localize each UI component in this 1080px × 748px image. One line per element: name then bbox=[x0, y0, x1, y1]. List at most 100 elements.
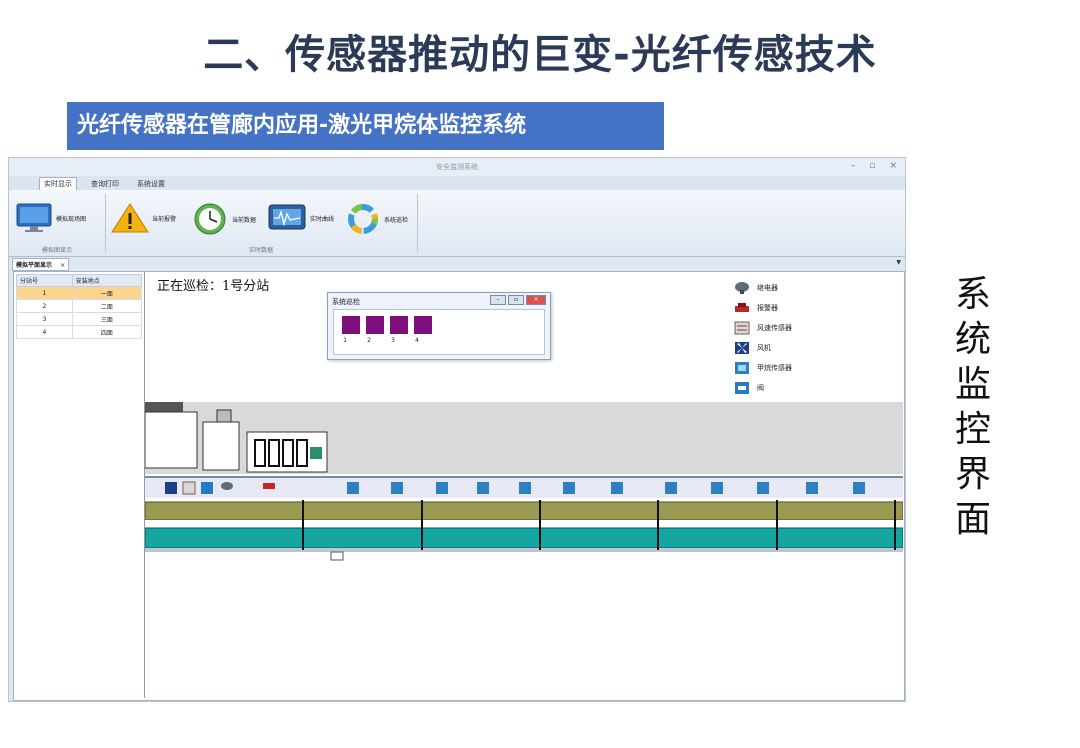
table-row[interactable]: 1 一面 bbox=[16, 286, 143, 300]
warning-icon bbox=[111, 203, 149, 233]
realtime-curve-button[interactable]: 实时曲线 bbox=[267, 202, 334, 234]
equipment-box bbox=[216, 409, 232, 423]
panel-slot bbox=[296, 439, 308, 467]
methane-sensor-icon bbox=[477, 482, 489, 494]
panel-slot bbox=[282, 439, 294, 467]
methane-sensor-icon bbox=[391, 482, 403, 494]
window-title: 安全监测系统 bbox=[436, 163, 478, 171]
station-label: 3 bbox=[391, 337, 395, 344]
tab-query-print[interactable]: 查询打印 bbox=[87, 178, 123, 190]
fan-icon bbox=[165, 482, 177, 494]
dialog-minimize-button[interactable]: – bbox=[490, 295, 506, 305]
document-tab-bar: 模拟平面显示 × ▼ bbox=[9, 257, 905, 271]
dialog-close-button[interactable]: × bbox=[526, 295, 546, 305]
tab-realtime[interactable]: 实时显示 bbox=[39, 177, 77, 190]
close-button[interactable]: × bbox=[889, 161, 897, 171]
legend-item: 继电器 bbox=[734, 278, 792, 298]
wind-speed-sensor-icon bbox=[182, 481, 196, 495]
current-alarm-button[interactable]: 当前报警 bbox=[111, 202, 176, 234]
methane-sensor-icon bbox=[436, 482, 448, 494]
sim-field-button[interactable]: 模拟现场图 bbox=[15, 202, 86, 234]
methane-sensor-icon bbox=[757, 482, 769, 494]
equipment-block bbox=[145, 402, 183, 412]
clock-icon bbox=[194, 203, 226, 235]
methane-sensor-icon bbox=[853, 482, 865, 494]
tab-dropdown-icon[interactable]: ▼ bbox=[896, 259, 901, 266]
station-indicators: 1 2 3 4 bbox=[333, 309, 545, 355]
tunnel-scene bbox=[145, 402, 903, 561]
methane-sensor-icon bbox=[347, 482, 359, 494]
station-panel: 分站号 安装地点 1 一面 2 二面 3 三面 4 四面 bbox=[14, 272, 145, 698]
methane-sensor-icon bbox=[665, 482, 677, 494]
alarm-icon bbox=[735, 303, 749, 312]
table-row[interactable]: 3 三面 bbox=[16, 312, 143, 326]
station-label: 1 bbox=[343, 337, 347, 344]
methane-sensor-icon bbox=[563, 482, 575, 494]
system-patrol-label: 系统巡检 bbox=[384, 216, 409, 224]
maximize-button[interactable]: ▫ bbox=[869, 161, 875, 171]
legend-item: 风机 bbox=[734, 338, 792, 358]
station-indicator-3[interactable] bbox=[390, 316, 408, 334]
cell-station: 1 bbox=[16, 286, 73, 300]
system-patrol-button[interactable]: 系统巡检 bbox=[345, 202, 408, 236]
minimize-button[interactable]: – bbox=[851, 161, 856, 171]
relay-icon bbox=[221, 482, 233, 490]
station-table: 分站号 安装地点 1 一面 2 二面 3 三面 4 四面 bbox=[16, 274, 143, 339]
window-titlebar: 安全监测系统 – ▫ × bbox=[9, 158, 905, 176]
station-indicator-4[interactable] bbox=[414, 316, 432, 334]
curve-screen-icon bbox=[268, 204, 306, 230]
legend-label: 风速传感器 bbox=[757, 324, 792, 332]
slide-title: 二、传感器推动的巨变-光纤传感技术 bbox=[203, 32, 877, 78]
tab-system-settings[interactable]: 系统设置 bbox=[133, 178, 169, 190]
col-location: 安装地点 bbox=[71, 274, 143, 287]
legend-label: 风机 bbox=[757, 344, 771, 352]
monitor-app-window: 安全监测系统 – ▫ × 实时显示 查询打印 系统设置 模拟现场图 当前报警 当… bbox=[8, 157, 906, 702]
dialog-maximize-button[interactable]: ▫ bbox=[508, 295, 524, 305]
monitor-icon bbox=[16, 203, 52, 232]
tab-close-icon[interactable]: × bbox=[60, 262, 65, 269]
cell-station: 3 bbox=[16, 312, 73, 326]
methane-sensor-icon bbox=[711, 482, 723, 494]
fan-icon bbox=[735, 342, 749, 354]
cycle-icon bbox=[348, 204, 378, 234]
station-indicator-2[interactable] bbox=[366, 316, 384, 334]
sim-field-label: 模拟现场图 bbox=[56, 215, 87, 223]
side-label: 系统监控界面 bbox=[954, 274, 991, 540]
patrol-dialog: 系统巡检 – ▫ × 1 2 3 4 bbox=[327, 292, 551, 360]
station-label: 2 bbox=[367, 337, 371, 344]
cell-station: 4 bbox=[16, 325, 73, 339]
panel-slot bbox=[268, 439, 280, 467]
group-label-sim: 模拟图显示 bbox=[41, 247, 72, 254]
patrol-status: 正在巡检：1号分站 bbox=[157, 279, 270, 294]
station-label: 4 bbox=[415, 337, 419, 344]
current-data-label: 当前数据 bbox=[232, 216, 257, 224]
methane-sensor-icon bbox=[519, 482, 531, 494]
col-station-no: 分站号 bbox=[16, 274, 73, 287]
group-label-realtime: 实时数据 bbox=[248, 247, 273, 254]
legend-item: 报警器 bbox=[734, 298, 792, 318]
equipment-cabinet bbox=[145, 411, 198, 469]
panel-slot bbox=[254, 439, 266, 467]
methane-sensor-icon bbox=[806, 482, 818, 494]
tab-sim-plane[interactable]: 模拟平面显示 × bbox=[12, 258, 70, 271]
cell-location: 二面 bbox=[71, 299, 143, 313]
slide-subtitle: 光纤传感器在管廊内应用-激光甲烷体监控系统 bbox=[67, 102, 664, 150]
methane-sensor-icon bbox=[735, 362, 749, 374]
cell-location: 四面 bbox=[71, 325, 143, 339]
realtime-curve-label: 实时曲线 bbox=[310, 215, 335, 223]
relay-box-icon bbox=[310, 447, 322, 459]
cell-location: 三面 bbox=[71, 312, 143, 326]
yellow-pipe bbox=[145, 501, 903, 521]
cell-station: 2 bbox=[16, 299, 73, 313]
legend-label: 报警器 bbox=[757, 304, 778, 312]
tab-sim-plane-label: 模拟平面显示 bbox=[16, 262, 53, 269]
legend-label: 甲烷传感器 bbox=[757, 364, 792, 372]
alarm-icon bbox=[263, 483, 275, 489]
ribbon: 模拟现场图 当前报警 当前数据 实时曲线 系统巡检 模拟图显示 实时数据 bbox=[9, 190, 905, 257]
menu-tabs: 实时显示 查询打印 系统设置 bbox=[9, 176, 905, 190]
table-row[interactable]: 4 四面 bbox=[16, 325, 143, 339]
relay-icon bbox=[735, 282, 749, 294]
table-row[interactable]: 2 二面 bbox=[16, 299, 143, 313]
station-indicator-1[interactable] bbox=[342, 316, 360, 334]
current-data-button[interactable]: 当前数据 bbox=[191, 202, 256, 236]
